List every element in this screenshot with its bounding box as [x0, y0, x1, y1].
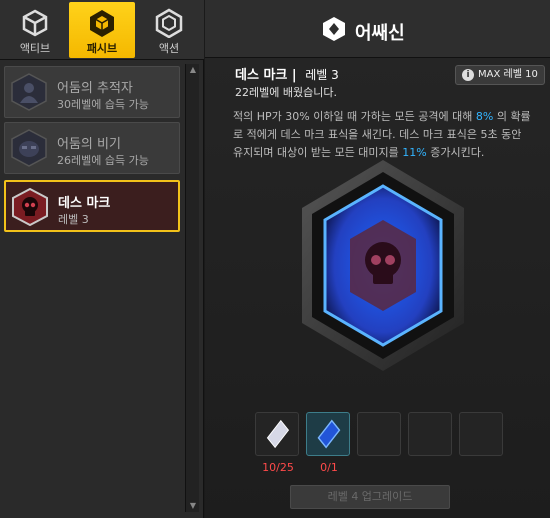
- skill-list-scrollbar[interactable]: ▲ ▼: [185, 64, 199, 512]
- skill-description: 적의 HP가 30% 이하일 때 가하는 모든 공격에 대해 8% 의 확률로 …: [233, 108, 533, 162]
- learned-level-text: 22레벨에 배웠습니다.: [235, 86, 337, 99]
- upgrade-button[interactable]: 레벨 4 업그레이드: [290, 485, 450, 509]
- blue-crystal-icon: [317, 419, 341, 449]
- material-slot[interactable]: 10/25: [255, 412, 299, 474]
- skill-item-shadow-stalker[interactable]: 어둠의 추적자 30레벨에 습득 가능: [4, 66, 180, 118]
- shadow-figure-icon: [11, 73, 47, 111]
- skull-icon: [12, 188, 48, 226]
- scroll-down-icon[interactable]: ▼: [186, 500, 200, 512]
- class-title: 어쌔신: [355, 23, 405, 44]
- skill-name: 어둠의 추적자: [57, 81, 133, 96]
- skill-requirement: 30레벨에 습득 가능: [57, 98, 149, 111]
- tab-active-skills[interactable]: 액티브: [2, 2, 68, 58]
- desc-text: 적의 HP가 30% 이하일 때 가하는 모든 공격에 대해: [233, 110, 476, 123]
- material-slot[interactable]: 0/1: [306, 412, 350, 474]
- shadow-mask-icon: [11, 129, 47, 167]
- skill-detail-panel: 어쌔신 데스 마크 | 레벨 3 22레벨에 배웠습니다. i MAX 레벨 10…: [205, 0, 550, 518]
- title-separator: |: [291, 68, 297, 83]
- skill-name: 데스 마크: [58, 196, 111, 211]
- material-count: 10/25: [262, 461, 294, 474]
- tab-label: 액티브: [19, 42, 51, 55]
- skill-requirement: 26레벨에 습득 가능: [57, 154, 149, 167]
- class-header: 어쌔신: [205, 0, 550, 58]
- max-level-text: MAX 레벨 10: [478, 69, 538, 80]
- skill-list: 어둠의 추적자 30레벨에 습득 가능 어둠의 비기 26레벨에 습득 가능 데…: [2, 62, 182, 512]
- hexagon-ring-icon: [155, 8, 183, 38]
- skill-tab-bar: 액티브 패시브 액션: [0, 0, 204, 60]
- skill-detail-name: 데스 마크: [235, 68, 288, 83]
- material-count: 0/1: [320, 461, 338, 474]
- material-slot-empty: [408, 412, 452, 456]
- skill-item-shadow-secret[interactable]: 어둠의 비기 26레벨에 습득 가능: [4, 122, 180, 174]
- max-level-badge[interactable]: i MAX 레벨 10: [455, 65, 545, 85]
- desc-highlight-chance: 8%: [475, 110, 494, 123]
- tab-label: 패시브: [86, 42, 118, 55]
- skill-sidebar: 액티브 패시브 액션 어둠의 추적자 30레벨에 습득 가능 어둠의 비기 26…: [0, 0, 204, 518]
- skill-detail-level: 레벨 3: [305, 68, 339, 82]
- skill-level: 레벨 3: [58, 213, 89, 226]
- skill-name: 어둠의 비기: [57, 137, 121, 152]
- material-slot-empty: [459, 412, 503, 456]
- skill-detail-title: 데스 마크 | 레벨 3: [235, 64, 339, 83]
- cube-hex-icon: [90, 10, 114, 37]
- tab-action-skills[interactable]: 액션: [136, 2, 202, 58]
- assassin-class-icon: [323, 17, 345, 41]
- tab-label: 액션: [158, 42, 180, 55]
- tab-passive-skills[interactable]: 패시브: [69, 2, 135, 58]
- cube-outline-icon: [22, 9, 48, 37]
- material-slot-empty: [357, 412, 401, 456]
- scroll-up-icon[interactable]: ▲: [186, 64, 200, 76]
- death-mark-emblem: [302, 160, 464, 371]
- upgrade-materials: 10/25 0/1: [255, 412, 505, 474]
- skill-item-death-mark[interactable]: 데스 마크 레벨 3: [4, 180, 180, 232]
- info-icon: i: [462, 69, 474, 81]
- silver-crystal-icon: [266, 419, 290, 449]
